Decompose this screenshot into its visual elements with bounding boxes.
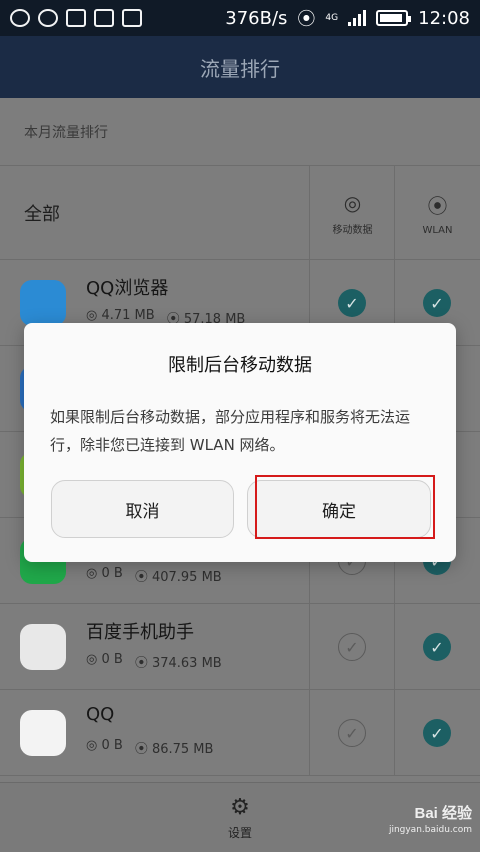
wlan-toggle[interactable]: ✓ xyxy=(423,633,451,661)
watermark-brand: Bai 经验 xyxy=(414,805,472,822)
list-item[interactable]: 百度手机助手 ◎ 0 B ⦿ 374.63 MB ✓ ✓ xyxy=(0,604,480,690)
wlan-column[interactable]: ⦿ WLAN xyxy=(395,166,480,260)
mobile-usage: ◎ 0 B xyxy=(86,738,123,753)
wifi-usage: ⦿ 86.75 MB xyxy=(134,742,214,757)
antenna-icon: ◎ xyxy=(343,190,362,215)
download-icon xyxy=(122,9,142,27)
watermark-url: jingyan.baidu.com xyxy=(388,825,472,835)
wlan-toggle[interactable]: ✓ xyxy=(423,289,451,317)
list-item[interactable]: QQ ◎ 0 B ⦿ 86.75 MB ✓ ✓ xyxy=(0,690,480,776)
mobile-data-toggle[interactable]: ✓ xyxy=(338,719,366,747)
mobile-data-toggle[interactable]: ✓ xyxy=(338,289,366,317)
column-header: 全部 ◎ 移动数据 ⦿ WLAN xyxy=(0,166,480,260)
notification-icons xyxy=(10,9,142,27)
app-icon xyxy=(20,710,66,756)
wechat-icon xyxy=(10,9,30,27)
settings-label: 设置 xyxy=(227,825,252,840)
app-name: QQ浏览器 xyxy=(86,278,169,299)
mobile-usage: ◎ 0 B xyxy=(86,566,123,581)
column-divider xyxy=(309,690,310,776)
app-stats: ◎ 0 B ⦿ 407.95 MB xyxy=(86,566,222,585)
section-title: 本月流量排行 xyxy=(24,124,108,141)
baidu-jingyan-watermark: Bai 经验 jingyan.baidu.com xyxy=(352,802,472,846)
restrict-data-dialog: 限制后台移动数据 如果限制后台移动数据，部分应用程序和服务将无法运行，除非您已连… xyxy=(24,323,456,562)
title-bar: 流量排行 xyxy=(0,36,480,98)
wechat-icon xyxy=(38,9,58,27)
clock: 12:08 xyxy=(418,7,470,29)
mobile-usage: ◎ 0 B xyxy=(86,652,123,667)
page-title: 流量排行 xyxy=(200,56,280,81)
column-divider xyxy=(309,604,310,690)
network-type: 4G xyxy=(325,13,339,23)
dialog-message: 如果限制后台移动数据，部分应用程序和服务将无法运行，除非您已连接到 WLAN 网… xyxy=(50,408,411,454)
mobile-data-label: 移动数据 xyxy=(332,224,373,236)
status-bar: 376B/s ⦿ 4G 12:08 xyxy=(0,0,480,36)
mobile-data-toggle[interactable]: ✓ xyxy=(338,633,366,661)
wifi-icon: ⦿ xyxy=(297,9,316,30)
alert-icon xyxy=(66,9,86,27)
all-label: 全部 xyxy=(24,203,60,225)
signal-icon xyxy=(348,10,367,26)
app-name: 百度手机助手 xyxy=(86,622,194,643)
battery-icon xyxy=(376,10,412,26)
app-icon xyxy=(20,624,66,670)
wlan-label: WLAN xyxy=(422,225,453,236)
section-header: 本月流量排行 xyxy=(0,98,480,166)
status-right: 376B/s ⦿ 4G 12:08 xyxy=(225,5,470,31)
app-name: QQ xyxy=(86,704,115,725)
mobile-data-column[interactable]: ◎ 移动数据 xyxy=(310,166,395,260)
wifi-icon: ⦿ xyxy=(427,194,448,218)
image-icon xyxy=(94,9,114,27)
wifi-usage: ⦿ 407.95 MB xyxy=(134,570,222,585)
network-speed: 376B/s xyxy=(225,7,288,29)
wifi-usage: ⦿ 374.63 MB xyxy=(134,656,222,671)
dialog-title: 限制后台移动数据 xyxy=(168,355,312,376)
app-stats: ◎ 0 B ⦿ 86.75 MB xyxy=(86,738,213,757)
confirm-button[interactable]: 确定 xyxy=(247,480,431,538)
cancel-button[interactable]: 取消 xyxy=(51,480,234,538)
app-icon xyxy=(20,280,66,326)
column-divider xyxy=(394,604,395,690)
wlan-toggle[interactable]: ✓ xyxy=(423,719,451,747)
column-divider xyxy=(394,690,395,776)
gear-icon: ⚙ xyxy=(230,794,250,820)
app-stats: ◎ 0 B ⦿ 374.63 MB xyxy=(86,652,222,671)
